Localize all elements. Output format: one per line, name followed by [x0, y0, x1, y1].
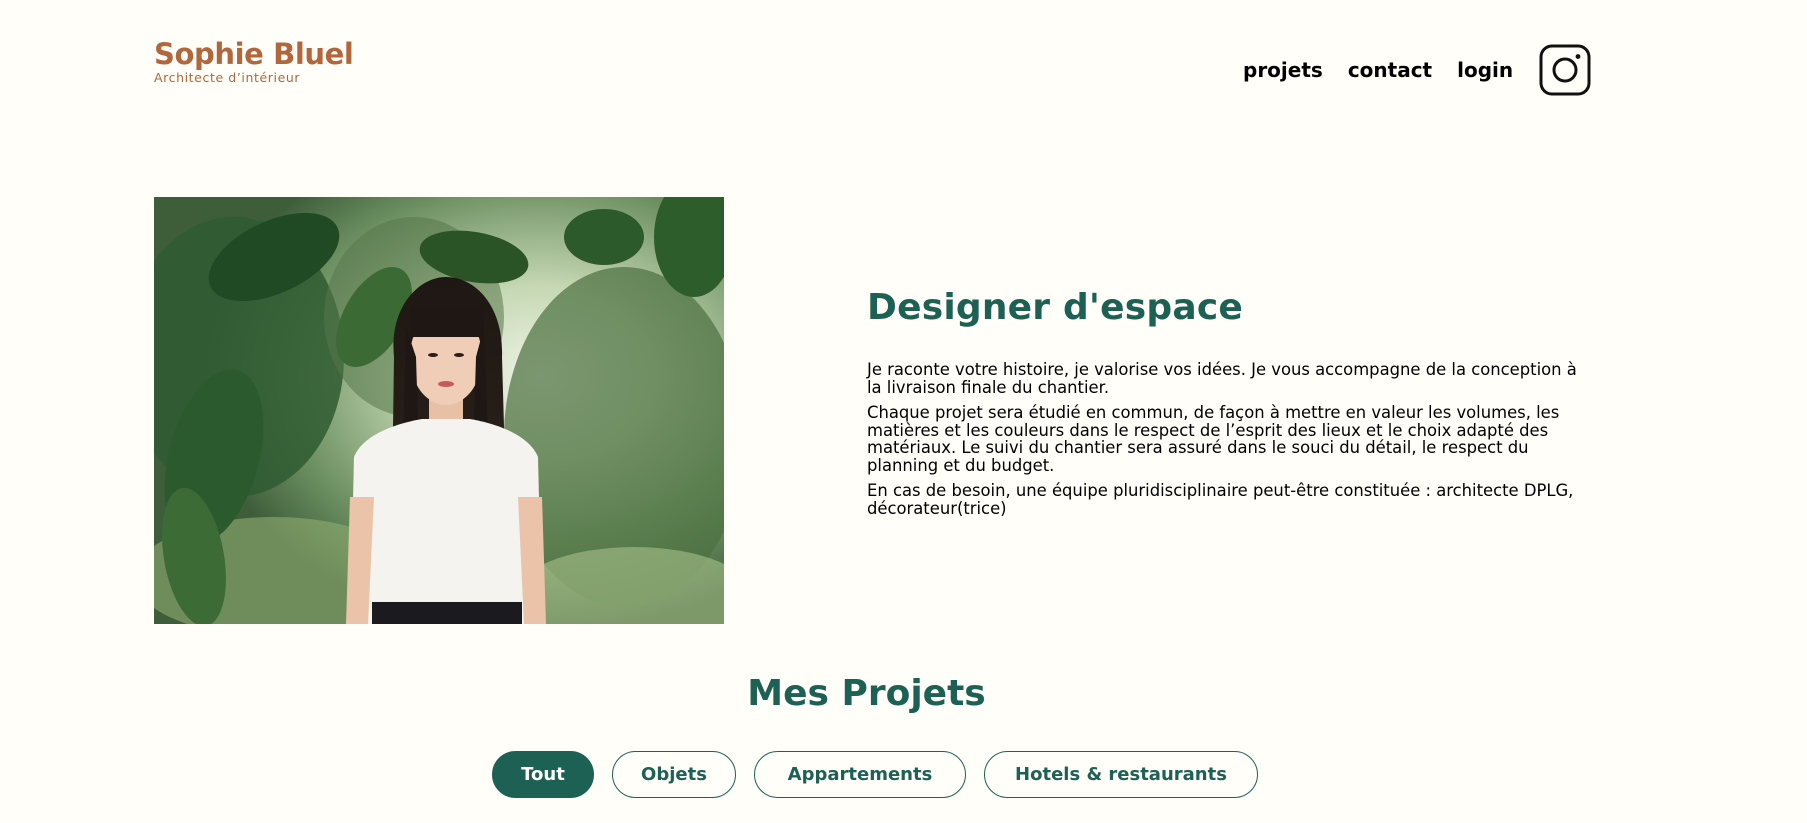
logo[interactable]: Sophie Bluel Architecte d’intérieur	[154, 37, 354, 85]
main-nav: projets contact login	[1243, 44, 1591, 96]
projects-title: Mes Projets	[747, 673, 986, 714]
nav-link-login[interactable]: login	[1457, 44, 1513, 96]
filter-button-hotels-restaurants[interactable]: Hotels & restaurants	[984, 751, 1258, 798]
filter-bar: Tout Objets Appartements Hotels & restau…	[492, 751, 1276, 798]
intro-paragraph: En cas de besoin, une équipe pluridiscip…	[867, 481, 1574, 518]
filter-button-appartements[interactable]: Appartements	[754, 751, 966, 798]
filter-button-tout[interactable]: Tout	[492, 751, 594, 798]
page: Sophie Bluel Architecte d’intérieur proj…	[0, 0, 1807, 823]
portrait-image	[154, 197, 724, 624]
logo-subtitle: Architecte d’intérieur	[154, 70, 301, 85]
logo-title: Sophie Bluel	[154, 37, 354, 71]
intro-text: Designer d'espace Je raconte votre histo…	[867, 286, 1587, 525]
nav-link-projets[interactable]: projets	[1243, 44, 1323, 96]
instagram-icon[interactable]	[1539, 44, 1591, 96]
intro-paragraph: Chaque projet sera étudié en commun, de …	[867, 403, 1560, 475]
intro-paragraph: Je raconte votre histoire, je valorise v…	[867, 360, 1577, 397]
intro-title: Designer d'espace	[867, 287, 1244, 328]
nav-link-contact[interactable]: contact	[1348, 44, 1432, 96]
filter-button-objets[interactable]: Objets	[612, 751, 736, 798]
